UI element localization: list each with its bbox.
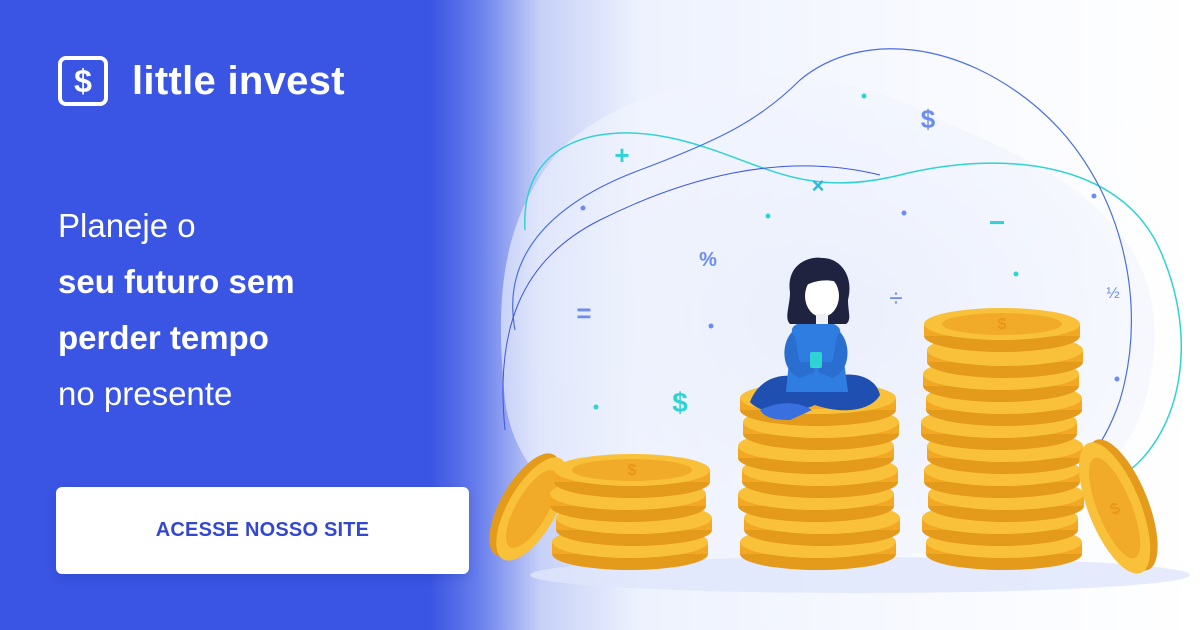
hero-banner: $ + $ × − % ÷ = ½ $ xyxy=(0,0,1200,630)
plus-symbol: + xyxy=(614,140,629,170)
left-panel: $ little invest Planeje o seu futuro sem… xyxy=(0,0,500,630)
cta-button[interactable]: ACESSE NOSSO SITE xyxy=(56,487,469,574)
dollar-symbol-mid: $ xyxy=(672,387,688,418)
divide-symbol: ÷ xyxy=(889,285,902,312)
cta-button-label: ACESSE NOSSO SITE xyxy=(155,519,370,541)
brand-logo[interactable]: $ little invest xyxy=(58,56,345,106)
headline-line-2: seu futuro sem xyxy=(58,263,295,300)
coin-stack-right xyxy=(921,308,1084,570)
dollar-symbol-top: $ xyxy=(921,104,936,134)
coin-stack-left xyxy=(550,454,712,570)
headline-line-4: no presente xyxy=(58,375,233,412)
dollar-square-icon: $ xyxy=(58,56,108,106)
half-symbol: ½ xyxy=(1106,285,1119,302)
minus-symbol: − xyxy=(989,207,1005,238)
headline-line-1: Planeje o xyxy=(58,207,196,244)
brand-name: little invest xyxy=(132,58,345,103)
headline: Planeje o seu futuro sem perder tempo no… xyxy=(58,198,295,422)
times-symbol: × xyxy=(812,173,825,198)
headline-line-3: perder tempo xyxy=(58,319,269,356)
equals-symbol: = xyxy=(576,298,591,328)
percent-symbol: % xyxy=(699,249,717,271)
